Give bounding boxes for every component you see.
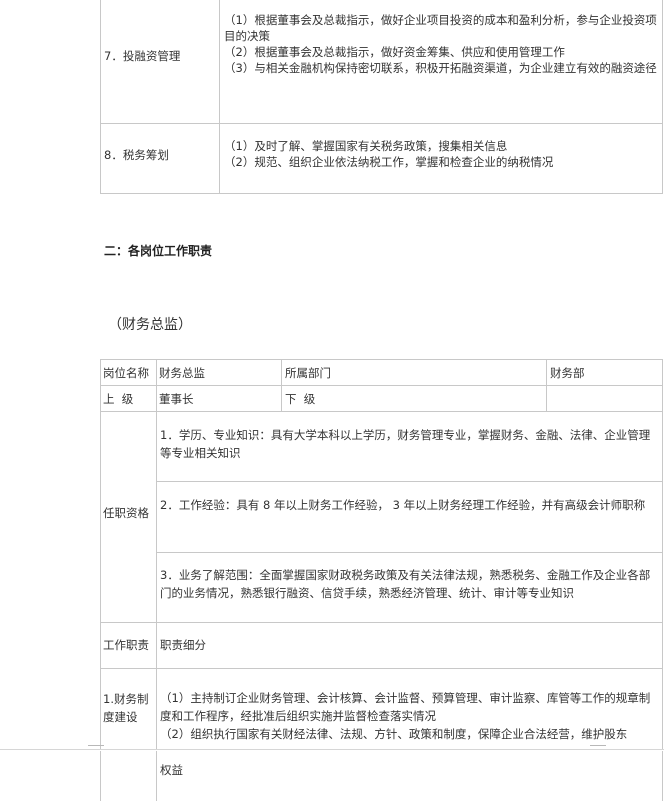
column-divider bbox=[546, 359, 547, 411]
row-separator bbox=[100, 123, 663, 124]
duty-detail-label: 职责细分 bbox=[160, 638, 206, 652]
table-divider bbox=[219, 0, 220, 194]
qualification-label: 任职资格 bbox=[103, 506, 149, 520]
table-border-right bbox=[662, 0, 663, 194]
duty-financial-system-label: 1.财务制度建设 bbox=[103, 692, 149, 724]
row-label-investment-financing: 7．投融资管理 bbox=[104, 49, 181, 63]
page-break-marker-right bbox=[590, 745, 606, 754]
qualification-experience: 2．工作经验：具有 8 年以上财务工作经验， 3 年以上财务经理工作经验，并有高… bbox=[160, 498, 646, 512]
column-divider bbox=[281, 359, 282, 411]
qualification-knowledge: 3．业务了解范围：全面掌握国家财政税务政策及有关法律法规，熟悉税务、金融工作及企… bbox=[160, 568, 651, 600]
post-name-value: 财务总监 bbox=[159, 366, 205, 380]
department-value: 财务部 bbox=[550, 366, 585, 380]
table-border-bottom bbox=[100, 193, 663, 194]
duty-label: 工作职责 bbox=[103, 638, 149, 652]
position-heading: （财务总监） bbox=[108, 317, 192, 333]
row-separator bbox=[100, 385, 663, 386]
row-content-investment-financing: （1）根据董事会及总裁指示，做好企业项目投资的成本和盈利分析，参与企业投资项目的… bbox=[224, 12, 660, 76]
table-border-right bbox=[662, 751, 663, 801]
page-break-marker-left bbox=[88, 745, 104, 754]
row-separator bbox=[100, 668, 663, 669]
line: （2）规范、组织企业依法纳税工作，掌握和检查企业的纳税情况 bbox=[224, 155, 554, 169]
table-border-left bbox=[100, 751, 101, 801]
table-border-top bbox=[100, 359, 663, 360]
duty-financial-system-content: （1）主持制订企业财务管理、会计核算、会计监督、预算管理、审计监察、库管等工作的… bbox=[160, 689, 660, 743]
department-label: 所属部门 bbox=[285, 366, 331, 380]
section-heading: 二：各岗位工作职责 bbox=[104, 244, 213, 258]
line: （1）及时了解、掌握国家有关税务政策，搜集相关信息 bbox=[224, 139, 508, 153]
row-separator bbox=[100, 622, 663, 623]
line: （2）根据董事会及总裁指示，做好资金筹集、供应和使用管理工作 bbox=[224, 45, 565, 59]
table-border-left bbox=[100, 0, 101, 194]
row-separator bbox=[156, 481, 663, 482]
line: （3）与相关金融机构保持密切联系，积极开拓融资渠道，为企业建立有效的融资途径 bbox=[224, 61, 657, 75]
continuation-text: 权益 bbox=[160, 763, 183, 777]
row-separator bbox=[100, 411, 663, 412]
line: （1）主持制订企业财务管理、会计核算、会计监督、预算管理、审计监察、库管等工作的… bbox=[160, 691, 651, 723]
line: （1）根据董事会及总裁指示，做好企业项目投资的成本和盈利分析，参与企业投资项目的… bbox=[224, 13, 657, 43]
qualification-education: 1．学历、专业知识：具有大学本科以上学历，财务管理专业，掌握财务、金融、法律、企… bbox=[160, 428, 651, 460]
row-label-tax-planning: 8．税务筹划 bbox=[104, 148, 169, 162]
post-name-label: 岗位名称 bbox=[103, 366, 149, 380]
superior-label: 上 级 bbox=[103, 392, 134, 406]
table-border-left bbox=[100, 359, 101, 749]
table-border-right bbox=[662, 359, 663, 749]
column-divider bbox=[156, 359, 157, 749]
superior-value: 董事长 bbox=[159, 392, 194, 406]
subordinate-label: 下 级 bbox=[285, 392, 316, 406]
column-divider bbox=[156, 751, 157, 801]
row-content-tax-planning: （1）及时了解、掌握国家有关税务政策，搜集相关信息 （2）规范、组织企业依法纳税… bbox=[224, 138, 660, 170]
line: （2）组织执行国家有关财经法律、法规、方针、政策和制度，保障企业合法经营，维护股… bbox=[160, 727, 628, 741]
row-separator bbox=[156, 552, 663, 553]
